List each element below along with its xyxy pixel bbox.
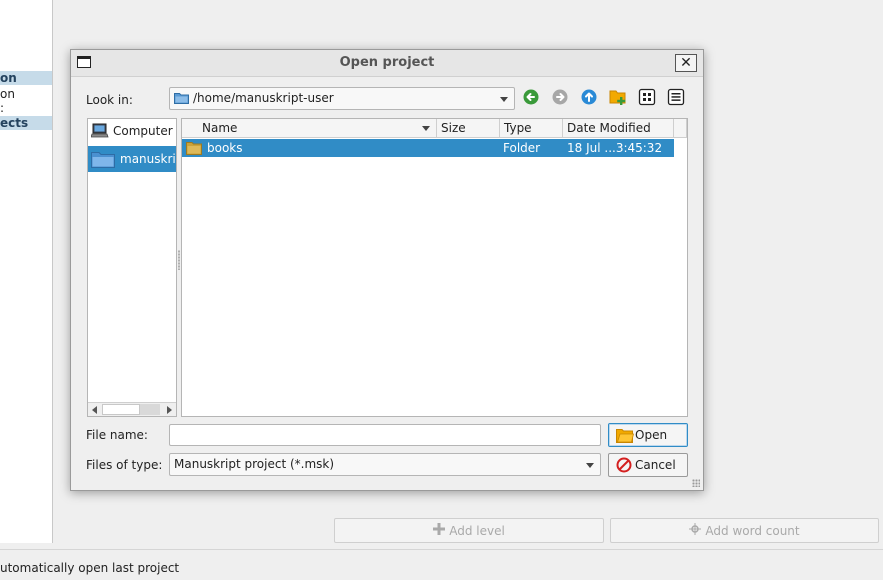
detail-view-button[interactable]: [666, 87, 686, 107]
auto-open-checkbox-label[interactable]: utomatically open last project: [0, 561, 179, 575]
background-sidebar-item[interactable]: ects: [0, 116, 52, 130]
look-in-value: /home/manuskript-user: [193, 91, 334, 105]
scrollbar-track[interactable]: [140, 404, 160, 415]
column-header-name[interactable]: Name: [182, 119, 437, 138]
open-button-label: Open: [635, 428, 668, 442]
word-count-icon: [689, 523, 702, 538]
sidebar-item-home[interactable]: manuskript: [88, 146, 176, 172]
background-sidebar-item[interactable]: on: [0, 87, 15, 101]
background-sidebar-item[interactable]: :: [0, 101, 4, 115]
parent-directory-icon: [581, 89, 597, 105]
folder-icon: [186, 142, 202, 155]
places-sidebar: Computer manuskript: [87, 118, 177, 417]
folder-icon: [174, 93, 189, 104]
background-sidebar: on on : ects: [0, 0, 53, 543]
cancel-icon: [616, 457, 632, 473]
table-row[interactable]: books Folder 18 Jul ...3:45:32: [182, 139, 674, 157]
parent-directory-button[interactable]: [579, 87, 599, 107]
resize-grip[interactable]: [692, 479, 700, 487]
file-list: Name Size Type Date Modified books Folde…: [181, 118, 688, 417]
sort-descending-icon: [422, 126, 430, 131]
sidebar-item-computer[interactable]: Computer: [88, 119, 176, 143]
detail-view-icon: [667, 88, 685, 106]
chevron-down-icon: [500, 97, 508, 102]
cancel-button[interactable]: Cancel: [608, 453, 688, 477]
open-project-dialog: Open project ✕ Look in: /home/manuskript…: [70, 49, 704, 491]
files-of-type-combobox[interactable]: Manuskript project (*.msk): [169, 453, 601, 476]
add-word-count-label: Add word count: [705, 523, 800, 538]
column-header-size[interactable]: Size: [437, 119, 500, 138]
add-level-button[interactable]: Add level: [334, 518, 604, 543]
scroll-right-icon[interactable]: [167, 406, 172, 414]
sidebar-horizontal-scrollbar[interactable]: [88, 402, 176, 416]
background-sidebar-item-label: on: [0, 71, 17, 85]
new-folder-icon: [609, 90, 626, 105]
scroll-left-icon[interactable]: [92, 406, 97, 414]
list-view-button[interactable]: [637, 87, 657, 107]
open-folder-icon: [616, 429, 634, 443]
splitter-handle[interactable]: [178, 250, 180, 270]
dialog-title: Open project: [339, 55, 435, 70]
column-header-type[interactable]: Type: [500, 119, 563, 138]
background-sidebar-item[interactable]: on: [0, 71, 52, 85]
background-sidebar-item-label: on: [0, 87, 15, 101]
forward-arrow-icon: [552, 89, 568, 105]
cancel-button-label: Cancel: [635, 458, 676, 472]
look-in-combobox[interactable]: /home/manuskript-user: [169, 87, 515, 110]
close-button[interactable]: ✕: [675, 54, 697, 72]
new-folder-button[interactable]: [608, 87, 628, 107]
background-sidebar-item-label: ects: [0, 116, 29, 130]
chevron-down-icon: [586, 463, 594, 468]
scrollbar-thumb[interactable]: [102, 404, 140, 415]
sidebar-item-label: Computer: [113, 124, 173, 138]
column-header-filler: [674, 119, 687, 138]
file-modified-cell: 18 Jul ...3:45:32: [567, 141, 663, 155]
file-type-cell: Folder: [503, 141, 541, 155]
back-arrow-icon: [523, 89, 539, 105]
column-header-date-modified[interactable]: Date Modified: [563, 119, 674, 138]
back-button[interactable]: [521, 87, 541, 107]
close-icon: ✕: [680, 55, 692, 71]
plus-icon: [433, 523, 446, 538]
background-sidebar-item-label: :: [0, 101, 5, 115]
forward-button[interactable]: [550, 87, 570, 107]
files-of-type-value: Manuskript project (*.msk): [174, 457, 335, 471]
list-view-icon: [638, 88, 656, 106]
add-level-label: Add level: [449, 523, 505, 538]
file-name-input[interactable]: [169, 424, 601, 446]
file-name-label: File name:: [86, 428, 148, 442]
computer-icon: [91, 123, 109, 138]
files-of-type-label: Files of type:: [86, 458, 163, 472]
open-button[interactable]: Open: [608, 423, 688, 447]
add-word-count-button[interactable]: Add word count: [610, 518, 879, 543]
dialog-titlebar[interactable]: Open project ✕: [71, 50, 703, 77]
column-header-label: Name: [202, 121, 238, 135]
column-header-label: Size: [441, 121, 466, 135]
column-header-label: Date Modified: [567, 121, 651, 135]
column-header-label: Type: [504, 121, 532, 135]
sidebar-item-label: manuskript: [120, 152, 176, 166]
folder-icon: [91, 152, 115, 168]
file-name-cell: books: [207, 141, 243, 155]
look-in-label: Look in:: [86, 93, 133, 107]
